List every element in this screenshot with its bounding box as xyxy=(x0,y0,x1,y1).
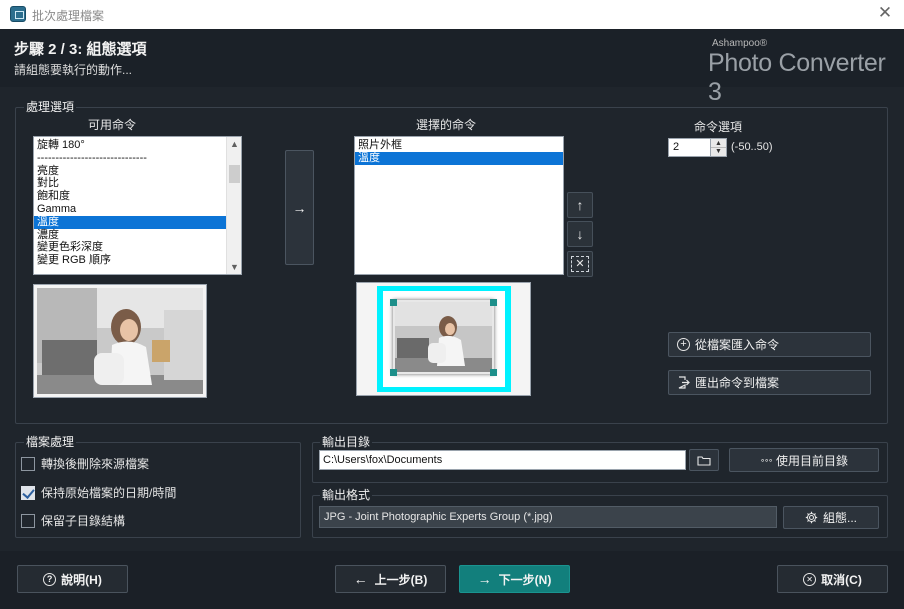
source-preview xyxy=(33,284,207,398)
add-command-button[interactable]: → xyxy=(285,150,314,265)
frame-handle[interactable] xyxy=(390,369,397,376)
option-range: (-50..50) xyxy=(731,141,773,153)
configure-format-label: 組態... xyxy=(822,511,857,525)
checkbox[interactable] xyxy=(21,456,35,471)
brand-company: Ashampoo® xyxy=(712,38,768,49)
window-title: 批次處理檔案 xyxy=(32,9,105,23)
scroll-down-icon[interactable]: ▼ xyxy=(227,260,241,274)
file-option-label: 保留子目錄結構 xyxy=(41,514,126,528)
remove-icon: ✕ xyxy=(571,256,589,272)
list-item[interactable]: 變更色彩深度 xyxy=(34,241,226,254)
brand-product: Photo Converter 3 xyxy=(708,49,886,106)
plus-circle-icon: + xyxy=(677,338,690,351)
file-option-row[interactable]: 轉換後刪除來源檔案 xyxy=(21,455,149,472)
available-commands-label: 可用命令 xyxy=(88,118,137,132)
frame-handle[interactable] xyxy=(390,299,397,306)
next-label: 下一步(N) xyxy=(498,572,552,587)
cancel-label: 取消(C) xyxy=(821,572,862,587)
step-title: 步驟 2 / 3: 組態選項 xyxy=(14,41,147,58)
file-option-label: 保持原始檔案的日期/時間 xyxy=(41,486,177,500)
source-photo xyxy=(37,288,203,394)
option-value-input[interactable]: 2 xyxy=(668,138,711,157)
list-item[interactable]: 飽和度 xyxy=(34,190,226,203)
help-label: 說明(H) xyxy=(61,572,102,587)
spin-down-icon[interactable]: ▼ xyxy=(711,148,726,156)
selected-commands-label: 選擇的命令 xyxy=(416,118,477,132)
arrow-left-icon: ← xyxy=(353,571,368,587)
list-item[interactable]: 對比 xyxy=(34,177,226,190)
back-label: 上一步(B) xyxy=(374,572,428,587)
file-handling-legend: 檔案處理 xyxy=(24,433,77,450)
folder-icon xyxy=(697,455,711,466)
list-item[interactable]: 溫度 xyxy=(355,151,563,165)
file-option-row[interactable]: 保持原始檔案的日期/時間 xyxy=(21,484,176,501)
export-commands-button[interactable]: 匯出命令到檔案 xyxy=(668,370,871,395)
help-icon: ? xyxy=(43,572,57,586)
app-icon xyxy=(10,6,26,22)
remove-command-button[interactable]: ✕ xyxy=(567,251,593,277)
list-item[interactable]: 亮度 xyxy=(34,165,226,178)
export-commands-label: 匯出命令到檔案 xyxy=(695,376,780,390)
list-item[interactable]: 變更 RGB 順序 xyxy=(34,254,226,267)
scroll-thumb[interactable] xyxy=(229,165,240,183)
title-bar xyxy=(0,0,904,29)
frame-handle[interactable] xyxy=(490,299,497,306)
command-options-label: 命令選項 xyxy=(694,120,743,134)
processing-options-legend: 處理選項 xyxy=(24,98,77,115)
output-format-legend: 輸出格式 xyxy=(320,486,373,503)
configure-format-button[interactable]: 組態... xyxy=(783,506,879,529)
result-photo xyxy=(395,302,492,372)
frame-border xyxy=(393,300,494,374)
list-item[interactable]: ------------------------------ xyxy=(34,152,226,165)
import-commands-button[interactable]: + 從檔案匯入命令 xyxy=(668,332,871,357)
list-item[interactable]: 濃度 xyxy=(34,229,226,242)
output-format-field[interactable]: JPG - Joint Photographic Experts Group (… xyxy=(319,506,777,528)
use-current-directory-button[interactable]: ∘∘∘ 使用目前目錄 xyxy=(729,448,879,472)
arrow-right-icon: → xyxy=(477,571,492,587)
dots-icon: ∘∘∘ xyxy=(759,455,773,465)
gear-icon xyxy=(805,511,818,524)
available-commands-list[interactable]: 旋轉 180° ------------------------------ 亮度對… xyxy=(33,136,242,275)
list-item[interactable]: 溫度 xyxy=(34,215,226,229)
footer-bar xyxy=(0,551,904,609)
import-commands-label: 從檔案匯入命令 xyxy=(695,338,780,352)
cancel-icon: ✕ xyxy=(803,572,817,586)
next-button[interactable]: → 下一步(N) xyxy=(459,565,570,593)
use-current-directory-label: 使用目前目錄 xyxy=(776,453,849,468)
move-down-button[interactable]: ↓ xyxy=(567,221,593,247)
back-button[interactable]: ← 上一步(B) xyxy=(335,565,446,593)
output-directory-legend: 輸出目錄 xyxy=(320,433,373,450)
cancel-button[interactable]: ✕ 取消(C) xyxy=(777,565,888,593)
available-list-scrollbar[interactable]: ▲ ▼ xyxy=(226,137,241,274)
list-item[interactable]: 旋轉 180° xyxy=(34,139,226,152)
checkbox-checked[interactable] xyxy=(21,485,35,500)
move-up-button[interactable]: ↑ xyxy=(567,192,593,218)
scroll-up-icon[interactable]: ▲ xyxy=(227,137,241,151)
frame-handle[interactable] xyxy=(490,369,497,376)
output-directory-input[interactable]: C:\Users\fox\Documents xyxy=(319,450,686,470)
option-spinner[interactable]: ▲ ▼ xyxy=(710,138,727,157)
help-button[interactable]: ? 說明(H) xyxy=(17,565,128,593)
list-item[interactable]: 照片外框 xyxy=(355,139,563,152)
file-option-label: 轉換後刪除來源檔案 xyxy=(41,457,150,471)
browse-folder-button[interactable] xyxy=(689,449,719,471)
checkbox[interactable] xyxy=(21,513,35,528)
spin-up-icon[interactable]: ▲ xyxy=(711,139,726,148)
result-preview xyxy=(356,282,531,396)
export-icon xyxy=(678,376,690,389)
close-icon[interactable]: ✕ xyxy=(876,4,894,22)
file-option-row[interactable]: 保留子目錄結構 xyxy=(21,512,125,529)
step-subtitle: 請組態要執行的動作... xyxy=(14,63,133,77)
selected-commands-list[interactable]: 照片外框 溫度 xyxy=(354,136,564,275)
list-item[interactable]: Gamma xyxy=(34,203,226,216)
